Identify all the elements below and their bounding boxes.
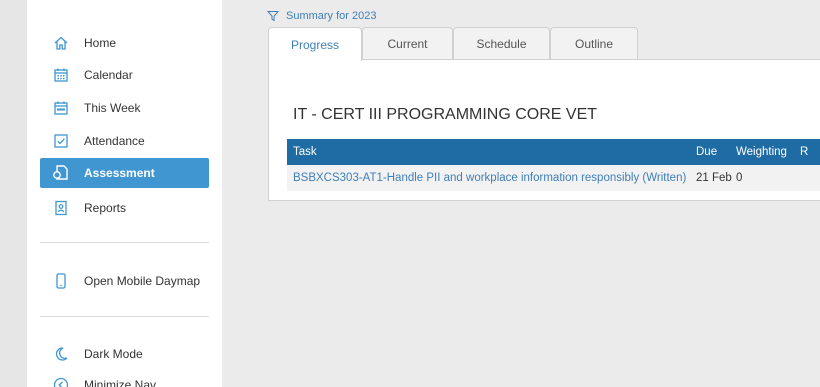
summary-filter[interactable]: Summary for 2023 [267, 10, 376, 22]
sidebar-item-label: Reports [84, 201, 127, 215]
course-title: IT - CERT III PROGRAMMING CORE VET [293, 106, 598, 123]
minimize-nav-button[interactable]: Minimize Nav [40, 370, 209, 387]
col-header-result[interactable]: R [800, 146, 808, 158]
sidebar-item-assessment[interactable]: Assessment [40, 158, 209, 188]
table-row[interactable]: BSBXCS303-AT1-Handle PII and workplace i… [287, 165, 820, 191]
weighting-cell: 0 [736, 172, 743, 184]
sidebar-divider [40, 316, 209, 317]
calendar-icon [52, 66, 70, 84]
this-week-icon [52, 99, 70, 117]
dark-mode-toggle[interactable]: Dark Mode [40, 339, 209, 369]
tab-progress[interactable]: Progress [268, 27, 362, 61]
moon-icon [52, 345, 70, 363]
sidebar-item-this-week[interactable]: This Week [40, 93, 209, 123]
sidebar-item-calendar[interactable]: Calendar [40, 60, 209, 90]
tab-schedule[interactable]: Schedule [453, 27, 550, 60]
col-header-weighting[interactable]: Weighting [736, 146, 787, 158]
tab-label: Outline [574, 37, 614, 51]
progress-panel: IT - CERT III PROGRAMMING CORE VET Task … [268, 59, 820, 201]
tab-label: Progress [290, 37, 340, 52]
assessment-icon [52, 164, 70, 182]
left-strip [0, 0, 27, 387]
col-header-task[interactable]: Task [293, 146, 317, 158]
open-mobile-daymap-link[interactable]: Open Mobile Daymap [40, 266, 209, 296]
tab-label: Current [387, 37, 428, 51]
filter-icon [267, 11, 279, 22]
attendance-icon [52, 132, 70, 150]
sidebar-item-label: Assessment [84, 166, 155, 180]
mobile-label: Open Mobile Daymap [84, 274, 201, 288]
tab-outline[interactable]: Outline [550, 27, 638, 60]
home-icon [52, 34, 70, 52]
task-link[interactable]: BSBXCS303-AT1-Handle PII and workplace i… [293, 172, 686, 184]
main-content: Summary for 2023 Progress Current Schedu… [222, 0, 820, 387]
dark-mode-label: Dark Mode [84, 347, 143, 361]
table-header: Task Due Weighting R [287, 139, 820, 165]
sidebar-item-label: Attendance [84, 134, 145, 148]
sidebar-item-attendance[interactable]: Attendance [40, 126, 209, 156]
mobile-icon [52, 272, 70, 290]
sidebar-item-home[interactable]: Home [40, 28, 209, 58]
due-cell: 21 Feb [696, 172, 732, 184]
col-header-due[interactable]: Due [696, 146, 717, 158]
tab-current[interactable]: Current [362, 27, 453, 60]
sidebar-item-label: Calendar [84, 68, 133, 82]
sidebar-nav: Home Calendar This Week Attendance Asses… [27, 0, 222, 387]
minimize-icon [52, 376, 70, 387]
sidebar-item-label: This Week [84, 101, 141, 115]
reports-icon [52, 199, 70, 217]
summary-label: Summary for 2023 [286, 10, 377, 22]
sidebar-item-label: Home [84, 36, 117, 50]
sidebar-divider [40, 242, 209, 243]
sidebar-item-reports[interactable]: Reports [40, 193, 209, 223]
minimize-label: Minimize Nav [84, 378, 157, 387]
task-table: Task Due Weighting R BSBXCS303-AT1-Handl… [287, 139, 820, 191]
tab-label: Schedule [476, 37, 527, 51]
